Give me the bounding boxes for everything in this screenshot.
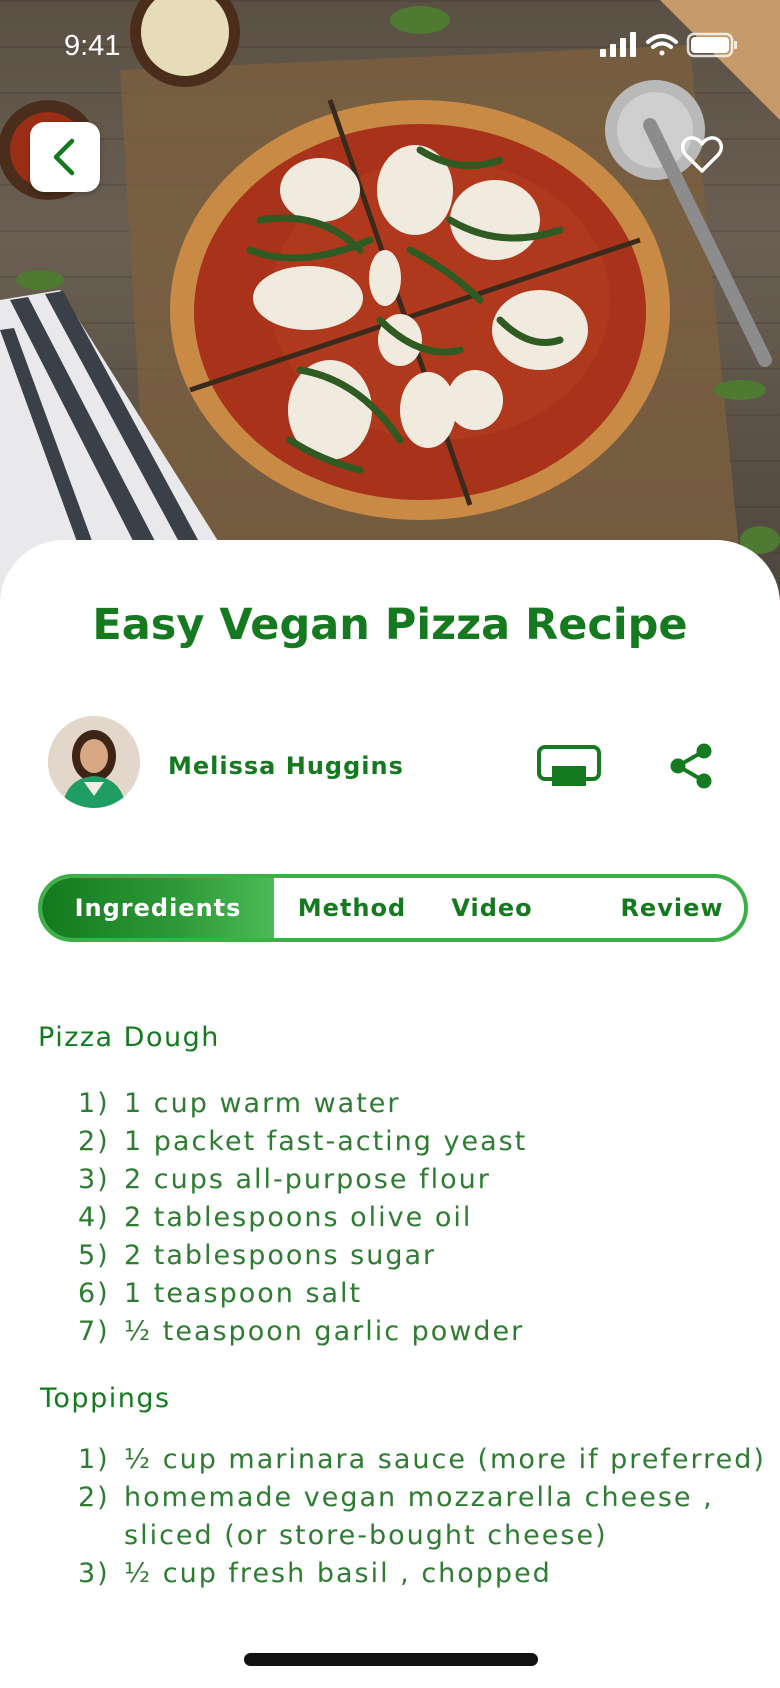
author-avatar-photo (48, 716, 140, 808)
list-item: 1) 1 cup warm water (78, 1088, 401, 1119)
chevron-left-icon (53, 138, 75, 176)
recipe-tabs: Ingredients Method Video Review (38, 874, 748, 942)
avatar[interactable] (48, 716, 140, 808)
tab-ingredients[interactable]: Ingredients (42, 878, 274, 938)
heart-outline-icon (681, 136, 723, 173)
section-heading-toppings: Toppings (40, 1383, 171, 1414)
cast-screen-icon (537, 745, 601, 786)
list-item: 5) 2 tablespoons sugar (78, 1240, 437, 1271)
list-item: 6) 1 teaspoon salt (78, 1278, 363, 1309)
list-item: 7) ½ teaspoon garlic powder (78, 1316, 525, 1347)
list-item: 4) 2 tablespoons olive oil (78, 1202, 473, 1233)
home-indicator[interactable] (244, 1653, 538, 1666)
list-item: 3) ½ cup fresh basil , chopped (78, 1558, 552, 1589)
tab-review[interactable]: Review (602, 878, 742, 938)
battery-icon (686, 32, 737, 58)
status-time: 9:41 (64, 30, 121, 62)
list-item: 2) homemade vegan mozzarella cheese , slic… (78, 1482, 714, 1551)
signal-icon (600, 32, 636, 57)
tab-video[interactable]: Video (432, 878, 552, 938)
author-name[interactable]: Melissa Huggins (168, 752, 404, 780)
list-item: 2) 1 packet fast-acting yeast (78, 1126, 528, 1157)
list-item-line: sliced (or store-bought cheese) (124, 1520, 608, 1551)
list-item: 1) ½ cup marinara sauce (more if preferre… (78, 1444, 766, 1475)
recipe-title: Easy Vegan Pizza Recipe (92, 600, 688, 650)
list-item-line: homemade vegan mozzarella cheese , (124, 1482, 714, 1513)
favorite-button[interactable] (680, 135, 724, 175)
hero-image (0, 0, 780, 600)
status-icons (600, 32, 740, 62)
share-button[interactable] (668, 742, 714, 790)
list-item: 3) 2 cups all-purpose flour (78, 1164, 491, 1195)
pizza-illustration (0, 0, 780, 600)
cast-button[interactable] (536, 744, 602, 794)
wifi-icon (646, 34, 678, 56)
tab-method[interactable]: Method (282, 878, 422, 938)
back-button[interactable] (30, 122, 100, 192)
share-icon (670, 743, 712, 789)
section-heading-pizza-dough: Pizza Dough (38, 1022, 220, 1053)
